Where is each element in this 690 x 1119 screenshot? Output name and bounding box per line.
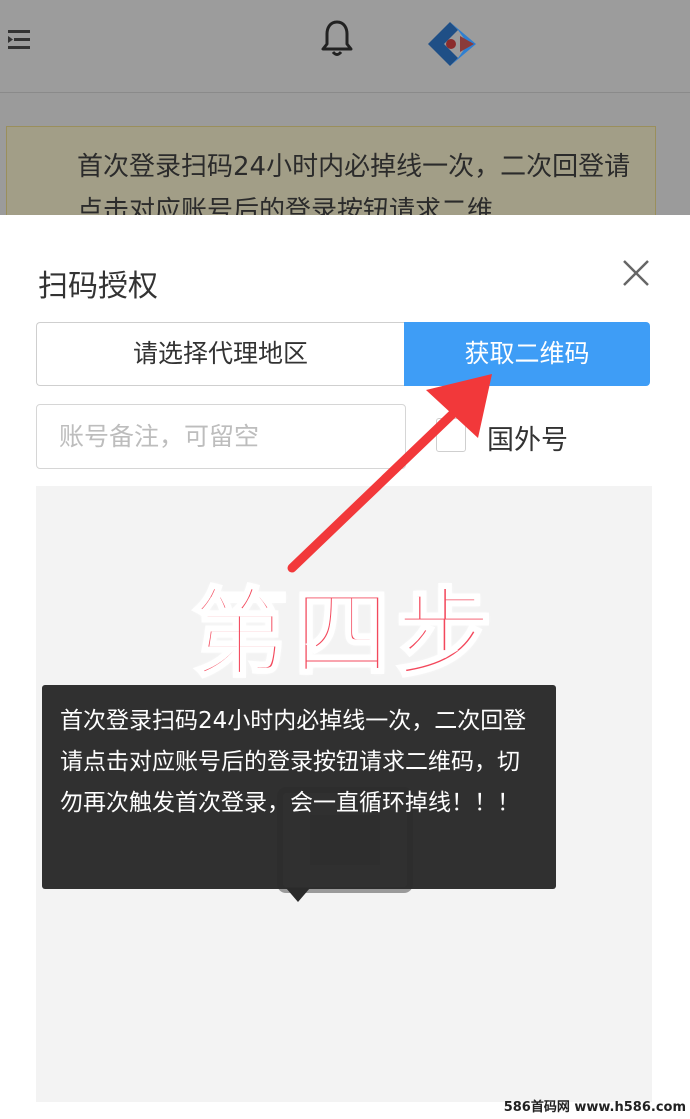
foreign-number-checkbox[interactable] [436, 418, 466, 452]
login-tip-tooltip: 首次登录扫码24小时内必掉线一次，二次回登请点击对应账号后的登录按钮请求二维码，… [42, 685, 556, 889]
menu-icon[interactable] [4, 27, 34, 53]
app-header [0, 0, 690, 93]
bell-icon[interactable] [318, 18, 356, 58]
modal-title: 扫码授权 [38, 269, 158, 304]
tooltip-caret [286, 888, 310, 902]
account-note-input[interactable] [36, 404, 406, 469]
foreign-number-label: 国外号 [487, 425, 568, 456]
close-icon[interactable] [620, 257, 652, 289]
region-select[interactable]: 请选择代理地区 [36, 322, 404, 386]
logo-icon [428, 22, 476, 66]
step-four-label: 第四步 [191, 577, 498, 692]
watermark: 586首码网 www.h586.com [503, 1100, 686, 1115]
get-qrcode-button[interactable]: 获取二维码 [404, 322, 650, 386]
